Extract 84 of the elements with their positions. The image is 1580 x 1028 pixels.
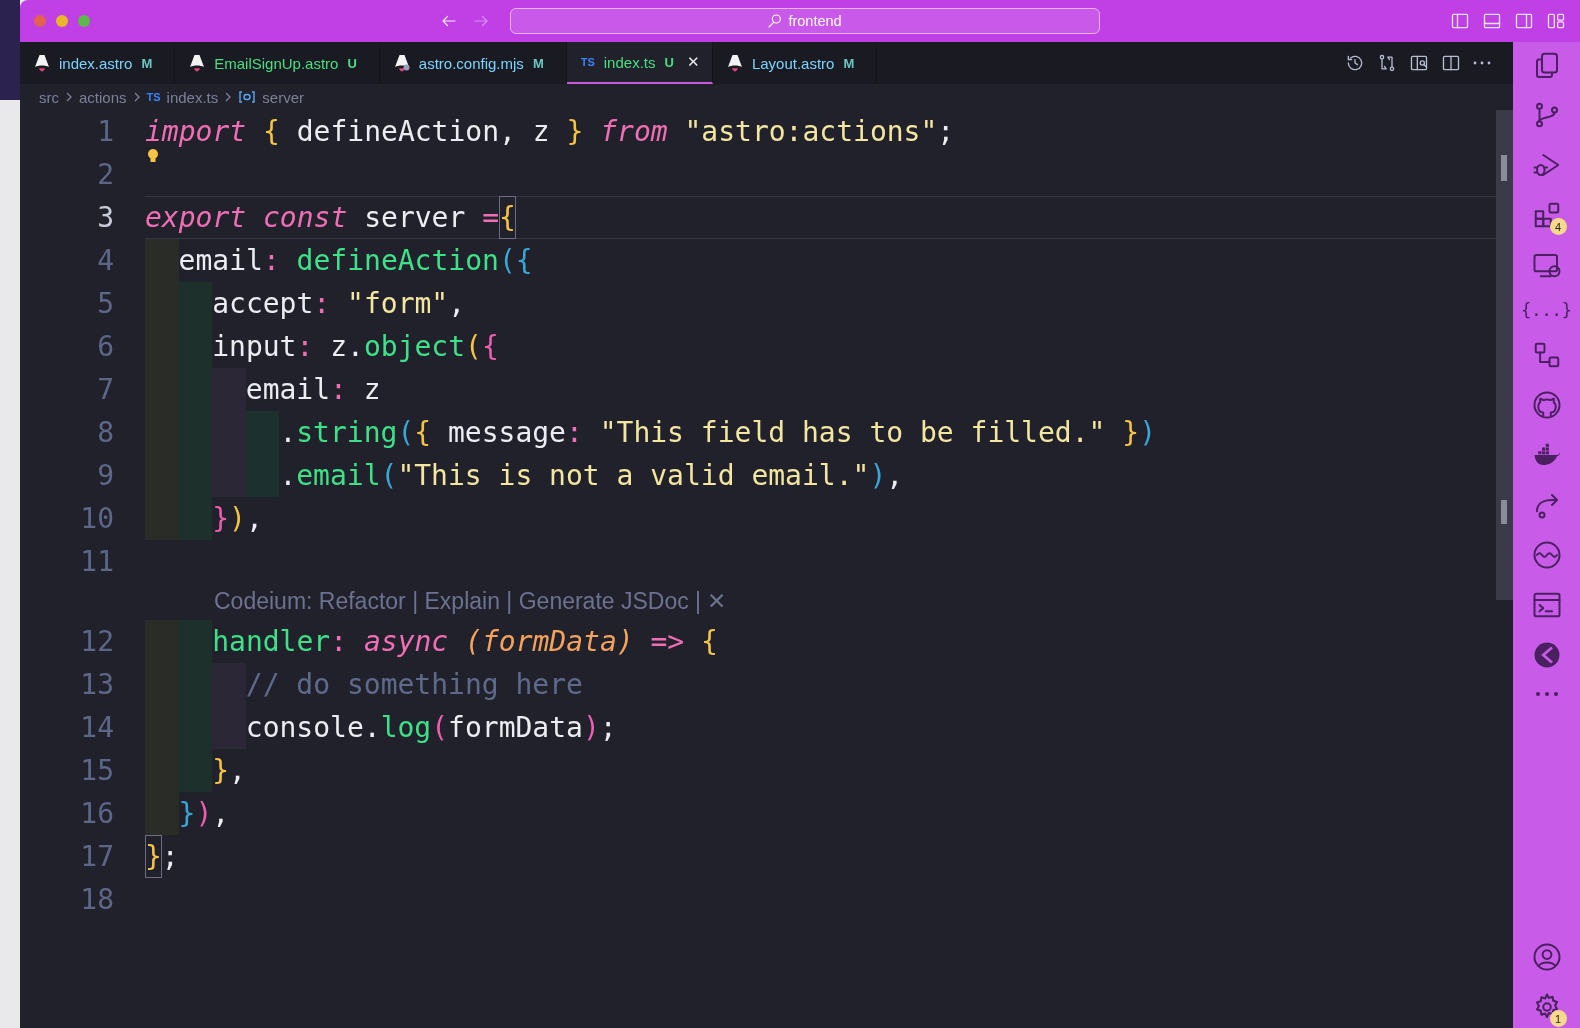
code-line: }; — [145, 835, 1496, 878]
close-button[interactable]: ✕ — [707, 588, 727, 615]
code-line: console.log(formData); — [145, 706, 1496, 749]
git-status: M — [532, 55, 544, 71]
editor-tab[interactable]: TS index.ts U ✕ — [566, 42, 713, 84]
line-number: 12 — [79, 625, 114, 658]
close-tab-button[interactable]: ✕ — [682, 53, 700, 71]
line-number: 15 — [79, 754, 114, 787]
code-line: email: defineAction({ — [145, 239, 1496, 282]
code-line: import { defineAction, z } from "astro:actions"; — [145, 114, 956, 150]
close-window-button[interactable] — [34, 15, 46, 27]
tab-label: index.astro — [59, 54, 133, 72]
code-line: email: z — [145, 368, 1496, 411]
search-field[interactable]: frontend — [510, 8, 1100, 34]
count-badge: 1 — [1549, 1010, 1567, 1027]
compare-icon — [1377, 53, 1397, 73]
line-number: 2 — [96, 158, 114, 191]
history-icon — [1345, 53, 1365, 73]
breadcrumb-item[interactable]: index.ts — [166, 88, 219, 106]
more-icon — [1473, 61, 1491, 65]
code-line: handler: async (formData) => { — [145, 620, 1496, 663]
breadcrumb-item[interactable]: actions — [79, 88, 127, 106]
chevron-icon — [132, 92, 141, 102]
code-line: }), — [145, 497, 1496, 540]
line-number: 17 — [79, 840, 114, 873]
symbol-icon — [238, 90, 257, 104]
git-status: M — [843, 55, 855, 71]
tab-label: Layout.astro — [751, 54, 835, 72]
breadcrumb-item[interactable]: src — [39, 88, 59, 106]
lightbulb-icon[interactable] — [147, 148, 159, 164]
line-number: 18 — [79, 883, 114, 916]
preview-icon — [1409, 53, 1429, 73]
code-line: input: z.object({ — [145, 325, 1496, 368]
wave-icon — [1531, 540, 1562, 570]
code-line: .string({ message: "This field has to be filled." }) — [145, 411, 1496, 454]
line-number: 5 — [96, 287, 114, 320]
codelens-actions[interactable]: Codeium: Refactor | Explain | Generate JSDoc | — [214, 588, 702, 615]
code-line: // do something here — [145, 663, 1496, 706]
terminal-icon — [1531, 590, 1562, 620]
line-number: 1 — [96, 115, 114, 148]
git-status: U — [347, 55, 357, 71]
line-number: 13 — [79, 668, 114, 701]
line-number: 7 — [96, 373, 114, 406]
line-number: 11 — [79, 545, 114, 578]
chevron-icon — [224, 92, 233, 102]
cat-circle-icon — [1531, 390, 1562, 420]
more-icon — [1533, 690, 1560, 698]
search-icon — [767, 13, 783, 29]
code-line: accept: "form", — [145, 282, 1496, 325]
line-number: 3 — [96, 201, 114, 234]
minimize-button[interactable] — [56, 15, 68, 27]
chevron-icon — [65, 92, 73, 102]
code-line: .email("This is not a valid email."), — [145, 454, 1496, 497]
count-badge: 4 — [1549, 218, 1567, 235]
sidebar-left-icon — [1450, 11, 1470, 31]
tab-label: EmailSignUp.astro — [214, 54, 339, 72]
maximize-button[interactable] — [78, 15, 90, 27]
line-number: 8 — [96, 416, 114, 449]
line-number: 4 — [96, 244, 114, 277]
line-number: 14 — [79, 711, 114, 744]
tab-label: index.ts — [603, 53, 656, 71]
code-line: export const server ={ — [145, 196, 1496, 239]
code-line: }), — [145, 792, 1496, 835]
breadcrumb-item[interactable]: server — [262, 88, 304, 106]
braces-icon: {...} — [1520, 300, 1573, 320]
logo-icon — [34, 54, 50, 72]
panel-icon — [1482, 11, 1502, 31]
ts-icon: TS — [580, 56, 595, 68]
logo-gear-icon — [393, 54, 410, 72]
account-icon — [1531, 942, 1562, 972]
line-number: 10 — [79, 502, 114, 535]
logo-icon — [189, 54, 206, 72]
logo-icon — [726, 54, 743, 72]
ts-icon: TS — [146, 91, 161, 103]
line-number: 6 — [96, 330, 114, 363]
git-status: M — [141, 55, 153, 71]
tab-label: astro.config.mjs — [418, 54, 524, 72]
code-line: }, — [145, 749, 1496, 792]
layout-icon — [1546, 11, 1566, 31]
line-number: 9 — [96, 459, 114, 492]
line-number: 16 — [79, 797, 114, 830]
split-icon — [1441, 53, 1461, 73]
git-status: U — [664, 54, 674, 70]
sidebar-right-icon — [1514, 11, 1534, 31]
